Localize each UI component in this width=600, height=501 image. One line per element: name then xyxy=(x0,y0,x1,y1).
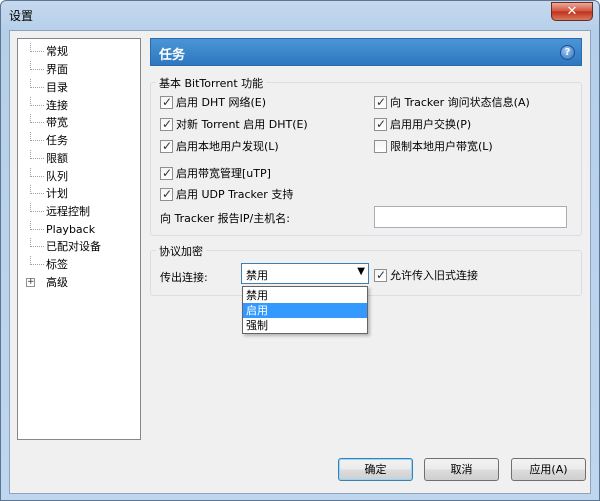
tree-item-label: 常规 xyxy=(46,45,68,58)
dialog-client-area: 常规 界面 目录 连接 带宽 任务 限额 队列 计划 远程控制 Playback… xyxy=(9,30,591,494)
check-icon: ✓ xyxy=(162,166,173,180)
check-icon: ✓ xyxy=(376,268,387,282)
title-bar[interactable]: 设置 ✕ xyxy=(1,1,599,29)
checkbox-label: 允许传入旧式连接 xyxy=(390,269,478,282)
cancel-button[interactable]: 取消 xyxy=(424,458,499,481)
dropdown-option-enabled[interactable]: 启用 xyxy=(243,303,367,318)
tree-item-label: Playback xyxy=(46,223,96,236)
check-icon: ✓ xyxy=(162,95,173,109)
checkbox-box[interactable]: ✓ xyxy=(374,117,387,131)
tree-item-label: 限额 xyxy=(46,152,68,165)
report-ip-input[interactable] xyxy=(374,206,567,228)
close-button[interactable]: ✕ xyxy=(551,2,593,21)
group-label-encryption: 协议加密 xyxy=(156,243,206,259)
checkbox-label: 对新 Torrent 启用 DHT(E) xyxy=(176,118,308,131)
check-icon: ✓ xyxy=(162,187,173,201)
checkbox-box[interactable]: ✓ xyxy=(160,139,173,153)
window-title: 设置 xyxy=(9,9,34,23)
outgoing-encryption-select[interactable]: 禁用 ▼ xyxy=(241,263,369,284)
checkbox-label: 启用带宽管理[uTP] xyxy=(176,167,271,180)
encryption-dropdown-list[interactable]: 禁用 启用 强制 xyxy=(242,286,368,334)
help-icon[interactable]: ? xyxy=(560,45,575,60)
checkbox-box[interactable]: ✓ xyxy=(160,187,173,201)
tree-item-label: 带宽 xyxy=(46,116,68,129)
checkbox-box[interactable]: ✓ xyxy=(374,95,387,109)
checkbox-box[interactable] xyxy=(374,140,387,153)
check-icon: ✓ xyxy=(162,117,173,131)
checkbox-label: 启用本地用户发现(L) xyxy=(176,140,279,153)
panel-header: 任务 ? xyxy=(150,38,582,66)
ok-button[interactable]: 确定 xyxy=(338,458,413,481)
select-value: 禁用 xyxy=(246,269,268,282)
dropdown-option-forced[interactable]: 强制 xyxy=(243,318,367,333)
checkbox-box[interactable]: ✓ xyxy=(160,117,173,131)
checkbox-label: 限制本地用户带宽(L) xyxy=(390,140,493,153)
check-icon: ✓ xyxy=(376,95,387,109)
checkbox-label: 启用 UDP Tracker 支持 xyxy=(176,188,294,201)
outgoing-label: 传出连接: xyxy=(160,271,208,284)
expand-plus-icon[interactable]: + xyxy=(26,278,35,287)
tree-item-label: 任务 xyxy=(46,134,68,147)
tree-item-label: 连接 xyxy=(46,99,68,112)
tree-item-label: 目录 xyxy=(46,81,68,94)
tree-item-label: 已配对设备 xyxy=(46,240,101,253)
checkbox-box[interactable]: ✓ xyxy=(374,268,387,282)
check-icon: ✓ xyxy=(162,139,173,153)
tree-item-label: 标签 xyxy=(46,258,68,271)
page-title: 任务 xyxy=(159,48,186,63)
checkbox-label: 启用 DHT 网络(E) xyxy=(176,96,266,109)
checkbox-label: 启用用户交换(P) xyxy=(390,118,472,131)
dropdown-option-disabled[interactable]: 禁用 xyxy=(243,288,367,303)
tree-item-label: 远程控制 xyxy=(46,205,90,218)
report-ip-label: 向 Tracker 报告IP/主机名: xyxy=(160,212,290,225)
group-label-basic: 基本 BitTorrent 功能 xyxy=(156,75,267,91)
tree-item-label: 界面 xyxy=(46,63,68,76)
check-icon: ✓ xyxy=(376,117,387,131)
checkbox-box[interactable]: ✓ xyxy=(160,166,173,180)
tree-item-label: 队列 xyxy=(46,170,68,183)
tree-item-label: 计划 xyxy=(46,187,68,200)
category-tree[interactable]: 常规 界面 目录 连接 带宽 任务 限额 队列 计划 远程控制 Playback… xyxy=(17,38,141,440)
apply-button[interactable]: 应用(A) xyxy=(511,458,586,481)
checkbox-label: 向 Tracker 询问状态信息(A) xyxy=(390,96,530,109)
checkbox-box[interactable]: ✓ xyxy=(160,95,173,109)
settings-window: 设置 ✕ 常规 界面 目录 连接 带宽 任务 限额 队列 计划 远程控制 Pla… xyxy=(0,0,600,501)
tree-item-label: 高级 xyxy=(46,276,68,289)
chevron-down-icon[interactable]: ▼ xyxy=(357,266,365,277)
